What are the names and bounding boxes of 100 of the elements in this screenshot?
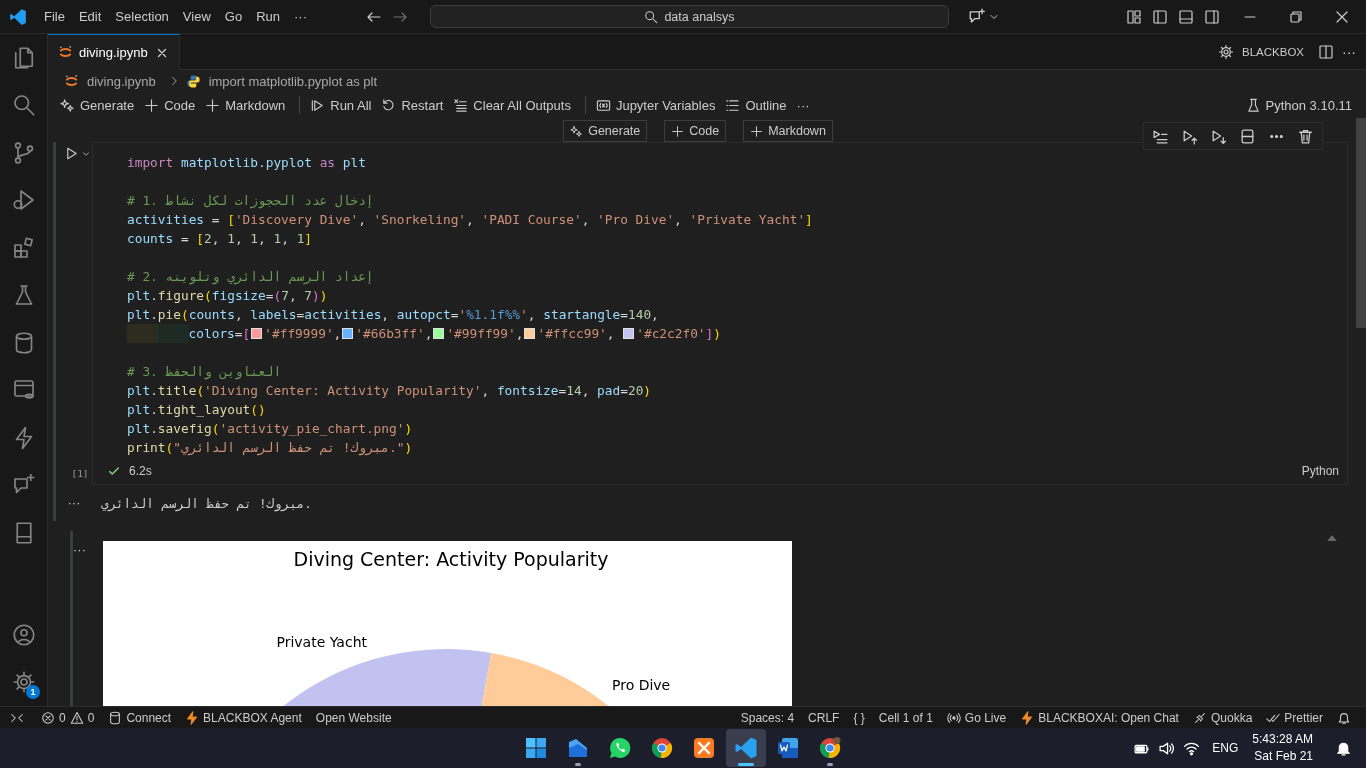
status-item[interactable]: { } <box>846 710 872 725</box>
menu-item[interactable]: Edit <box>71 6 109 27</box>
color-swatch[interactable] <box>342 328 354 339</box>
account-icon[interactable] <box>11 622 36 647</box>
sidebar-left-icon[interactable] <box>1152 8 1168 25</box>
up-arrow-icon[interactable] <box>1326 532 1338 544</box>
code-token: colors <box>188 325 235 343</box>
menu-item[interactable]: Selection <box>108 6 176 27</box>
color-swatch[interactable] <box>433 328 445 339</box>
code-token: [ <box>242 325 251 343</box>
status-item[interactable]: BLACKBOX Agent <box>178 710 309 725</box>
code-token: '#ffcc99' <box>537 325 607 343</box>
toolbar-button[interactable]: Generate <box>58 95 143 115</box>
status-item[interactable]: Spaces: 4 <box>733 710 802 725</box>
status-item[interactable]: Prettier <box>1259 710 1330 725</box>
code-token: , <box>424 325 433 343</box>
status-item[interactable]: Cell 1 of 1 <box>871 710 940 725</box>
layout-icon[interactable] <box>1126 8 1142 25</box>
panel-icon[interactable] <box>1178 8 1194 25</box>
chat-sparkle-icon[interactable] <box>968 7 986 26</box>
toolbar-button[interactable]: Restart <box>379 95 452 115</box>
status-item[interactable]: Open Website <box>308 710 399 725</box>
settings-icon[interactable] <box>1218 43 1234 60</box>
menu-item[interactable]: Run <box>249 6 287 27</box>
editor-tab[interactable]: diving.ipynb <box>48 34 180 70</box>
status-item[interactable]: CRLF <box>801 710 847 725</box>
run-debug-icon[interactable] <box>11 188 36 213</box>
settings-icon[interactable] <box>11 670 36 695</box>
code-line: plt.figure(figsize=(7, 7)) <box>127 287 329 305</box>
breadcrumb-item[interactable]: diving.ipynb <box>87 73 156 89</box>
extensions-icon[interactable] <box>11 235 36 260</box>
lightning-icon <box>185 710 200 725</box>
plus-icon <box>205 97 221 113</box>
toolbar-button[interactable]: Jupyter Variables <box>593 95 724 115</box>
chat-app-icon <box>608 736 632 760</box>
clear-outputs-icon <box>453 97 469 113</box>
breadcrumb-item[interactable]: import matplotlib.pyplot as plt <box>208 73 377 89</box>
run-all-icon <box>310 97 326 113</box>
more-button[interactable]: ··· <box>1342 43 1356 60</box>
plus-icon <box>671 124 685 138</box>
toolbar-button[interactable]: Code <box>142 95 204 115</box>
plug-icon <box>1192 710 1207 725</box>
toolbar-button[interactable]: Markdown <box>203 95 294 115</box>
restore-icon[interactable] <box>1288 8 1304 25</box>
code-token: '#66b3ff' <box>355 325 425 343</box>
insert-button[interactable]: Code <box>664 120 727 142</box>
code-token: , <box>606 325 616 343</box>
restart-icon <box>381 97 397 113</box>
color-swatch[interactable] <box>623 328 635 339</box>
status-item[interactable]: BLACKBOXAI: Open Chat <box>1013 710 1186 725</box>
color-swatch[interactable] <box>251 328 263 339</box>
toolbar-button[interactable]: Outline <box>723 95 795 115</box>
status-item[interactable]: Go Live <box>939 710 1014 725</box>
clock-date[interactable]: Sat Feb 21 <box>1254 748 1313 765</box>
more-button[interactable]: ··· <box>794 95 818 115</box>
bell-icon[interactable] <box>1337 710 1351 725</box>
lightning-icon <box>1020 710 1035 725</box>
problems-button[interactable]: 0 0 <box>34 710 102 725</box>
menu-item[interactable]: ··· <box>287 6 314 27</box>
split-editor-icon[interactable] <box>1318 43 1334 60</box>
code-line: # 3. العناوين والحفظ <box>127 363 283 381</box>
status-item[interactable]: Quokka <box>1185 710 1260 725</box>
code-line: plt.pie(counts, labels=activities, autopct='%1.1f%%', startangle=140, <box>127 306 660 324</box>
scrollbar-thumb[interactable] <box>1356 118 1366 328</box>
toolbar-button[interactable]: Clear All Outputs <box>451 95 579 115</box>
split-cell-icon[interactable] <box>1239 127 1256 145</box>
broadcast-icon <box>946 710 961 725</box>
output-menu-button[interactable]: ··· <box>73 543 86 557</box>
sparkle-icon <box>570 124 584 138</box>
notebook-file-icon <box>64 73 79 89</box>
kernel-button[interactable]: Python 3.10.11 <box>1243 95 1352 115</box>
code-line: # 1. إدخال عدد الحجوزات لكل نشاط <box>127 192 375 210</box>
status-item[interactable]: Connect <box>101 710 179 725</box>
sidebar-right-icon[interactable] <box>1204 8 1220 25</box>
input-language[interactable]: ENG <box>1212 741 1239 755</box>
clock-time[interactable]: 5:43:28 AM <box>1252 731 1313 748</box>
output-text: مبروك! تم حفظ الرسم الدائري. <box>101 495 312 511</box>
files-app-icon <box>566 736 590 760</box>
trash-icon[interactable] <box>1297 127 1314 145</box>
list-icon <box>725 97 741 113</box>
warning-icon <box>69 710 84 725</box>
database-icon <box>108 710 123 725</box>
notification-badge: 1 <box>26 684 40 699</box>
search-icon[interactable] <box>11 93 36 118</box>
menu-item[interactable]: Go <box>217 6 250 27</box>
color-swatch[interactable] <box>524 328 536 339</box>
search-field[interactable]: data analsys <box>430 5 949 28</box>
blackbox-button[interactable]: BLACKBOX <box>1242 45 1304 58</box>
menu-item[interactable]: File <box>37 6 72 27</box>
code-line: plt.title('Diving Center: Activity Popularity', fontsize=14, pad=20) <box>127 382 653 400</box>
insert-button[interactable]: Markdown <box>743 120 833 142</box>
toolbar-button[interactable]: Run All <box>308 95 380 115</box>
menu-item[interactable]: View <box>175 6 218 27</box>
start-icon <box>524 736 548 760</box>
code-token: ) <box>713 325 721 343</box>
output-menu-button[interactable]: ··· <box>67 496 81 510</box>
insert-button[interactable]: Generate <box>563 120 648 142</box>
code-token: = <box>234 325 243 343</box>
language-button[interactable]: Python <box>1301 464 1339 478</box>
variables-icon <box>595 97 611 113</box>
